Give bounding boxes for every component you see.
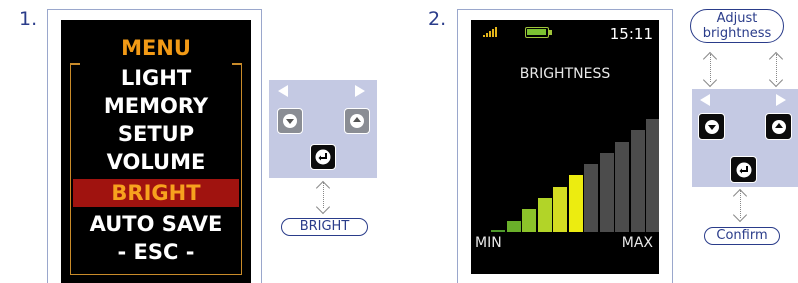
step-number-1: 1. (19, 8, 38, 30)
left-arrow-icon (278, 85, 288, 97)
chevron-down-left-icon (702, 72, 718, 88)
down-key-button-2[interactable] (698, 113, 725, 140)
down-key-icon (283, 114, 297, 128)
device-frame-1: MENU LIGHT MEMORY SETUP VOLUME BRIGHT AU… (47, 9, 262, 283)
down-key-icon-2 (704, 119, 719, 134)
chevron-down-right-icon (768, 72, 784, 88)
keypad-1 (269, 80, 377, 178)
brightness-bar-1 (491, 230, 505, 232)
max-label: MAX (621, 235, 653, 251)
up-key-icon (350, 114, 364, 128)
right-arrow-icon-2 (776, 94, 786, 106)
menu-item-setup[interactable]: SETUP (61, 120, 251, 148)
brightness-bar-8 (599, 153, 614, 232)
enter-key-button-2[interactable] (730, 156, 757, 183)
up-key-icon-2 (771, 119, 786, 134)
enter-key-button[interactable] (310, 144, 336, 170)
brightness-bar-5 (553, 187, 567, 232)
adjust-brightness-callout: Adjust brightness (690, 9, 784, 43)
brightness-bar-11 (646, 119, 659, 232)
device-frame-2: 15:11 BRIGHTNESS MIN MAX (457, 9, 673, 283)
menu-item-esc[interactable]: - ESC - (61, 238, 251, 266)
brightness-bar-3 (522, 209, 536, 232)
bright-callout: BRIGHT (281, 218, 368, 236)
confirm-callout: Confirm (704, 227, 780, 245)
menu-item-bright[interactable]: BRIGHT (73, 179, 239, 207)
chevron-up-icon-2 (732, 188, 748, 204)
right-arrow-icon (355, 85, 365, 97)
up-key-button[interactable] (344, 108, 370, 134)
down-key-button[interactable] (277, 108, 303, 134)
enter-key-icon-2 (736, 162, 751, 177)
menu-item-light[interactable]: LIGHT (61, 64, 251, 92)
chevron-up-icon (315, 180, 331, 196)
keypad-2 (692, 89, 798, 187)
menu-screen: MENU LIGHT MEMORY SETUP VOLUME BRIGHT AU… (61, 20, 251, 283)
menu-item-memory[interactable]: MEMORY (61, 92, 251, 120)
brightness-bar-2 (506, 221, 521, 232)
menu-title: MENU (121, 36, 191, 60)
min-label: MIN (475, 235, 502, 251)
chevron-down-icon (315, 199, 331, 215)
brightness-bar-4 (537, 198, 552, 232)
menu-item-auto-save[interactable]: AUTO SAVE (61, 210, 251, 238)
up-key-button-2[interactable] (765, 113, 792, 140)
adjust-brightness-label: Adjust brightness (702, 11, 772, 41)
chevron-up-right-icon (768, 51, 784, 67)
chevron-down-icon-2 (732, 207, 748, 223)
brightness-bar-9 (615, 142, 629, 232)
menu-item-volume[interactable]: VOLUME (61, 148, 251, 176)
brightness-bar-10 (630, 130, 645, 232)
brightness-screen: 15:11 BRIGHTNESS MIN MAX (471, 20, 659, 274)
brightness-bar-6 (568, 175, 583, 232)
enter-key-icon (315, 149, 331, 165)
brightness-bar-7 (584, 164, 598, 232)
left-arrow-icon-2 (700, 94, 710, 106)
step-number-2: 2. (428, 8, 447, 30)
chevron-up-left-icon (702, 51, 718, 67)
